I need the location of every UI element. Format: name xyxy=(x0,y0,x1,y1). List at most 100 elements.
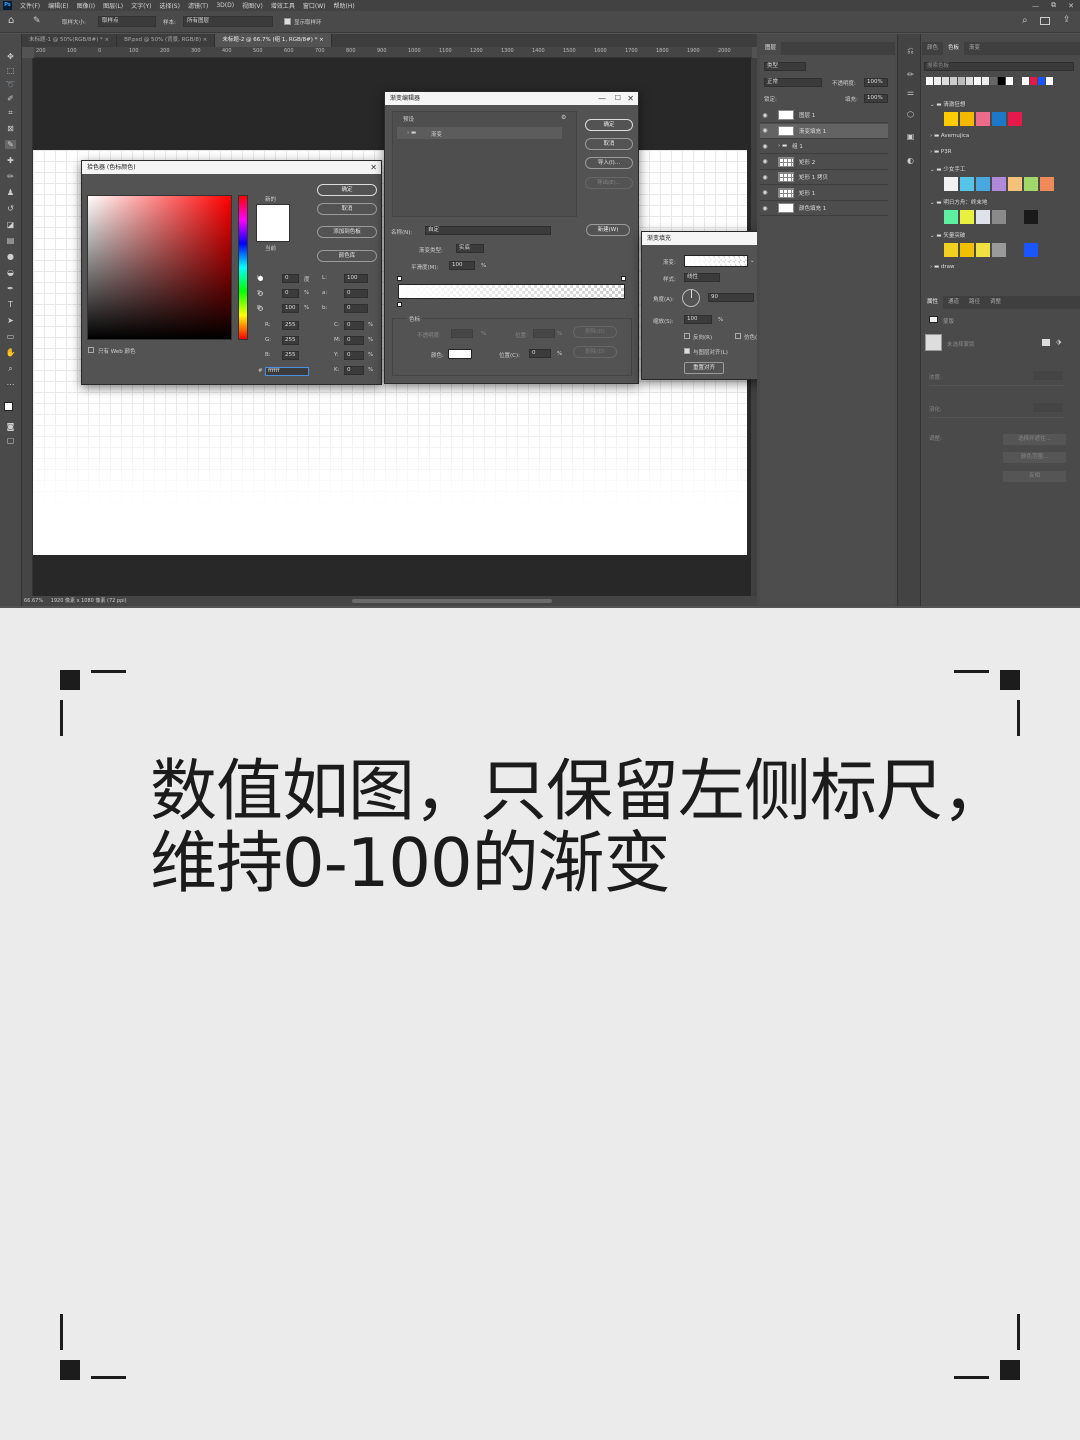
s-radio[interactable] xyxy=(258,291,263,296)
k-field[interactable]: 0 xyxy=(344,366,364,375)
name-field[interactable]: 自定 xyxy=(425,226,551,235)
new-button[interactable]: 新建(W) xyxy=(586,224,630,236)
l-field[interactable]: 100 xyxy=(344,274,368,283)
color-swatch[interactable] xyxy=(960,112,974,126)
blur-tool-icon[interactable]: ● xyxy=(5,252,16,261)
minimize-icon[interactable]: — xyxy=(598,92,606,105)
blend-mode-select[interactable]: 正常 xyxy=(764,78,822,87)
color-swatch[interactable] xyxy=(1040,177,1054,191)
path-select-icon[interactable]: ➤ xyxy=(5,316,16,325)
menu-view[interactable]: 视图(V) xyxy=(238,1,267,10)
m-field[interactable]: 0 xyxy=(344,336,364,345)
stop-color-swatch[interactable] xyxy=(448,349,472,359)
eye-icon[interactable]: ◉ xyxy=(760,112,770,119)
workspace-icon[interactable] xyxy=(1040,17,1050,25)
gear-icon[interactable]: ⚙ xyxy=(561,114,566,121)
color-stop-left[interactable] xyxy=(397,302,402,307)
opacity-field[interactable]: 100% xyxy=(864,78,888,87)
stamp-tool-icon[interactable]: ♟ xyxy=(5,188,16,197)
more-tools-icon[interactable]: ⋯ xyxy=(5,380,16,389)
menu-file[interactable]: 文件(F) xyxy=(16,1,44,10)
menu-edit[interactable]: 编辑(E) xyxy=(44,1,72,10)
frame-tool-icon[interactable]: ⊠ xyxy=(5,124,16,133)
close-icon[interactable]: ✕ xyxy=(1062,2,1080,10)
eye-icon[interactable]: ◉ xyxy=(760,127,770,134)
color-swatch[interactable] xyxy=(944,243,958,257)
color-swatch[interactable] xyxy=(1008,243,1022,257)
h-field[interactable]: 0 xyxy=(282,274,299,283)
brush-tool-icon[interactable]: ✏ xyxy=(5,172,16,181)
horizontal-scrollbar[interactable] xyxy=(352,599,552,603)
color-swatch[interactable] xyxy=(992,243,1006,257)
color-swatch[interactable] xyxy=(992,210,1006,224)
3d-icon[interactable]: ⬡ xyxy=(905,110,916,119)
layer-row[interactable]: ◉ 渐变填充 1 xyxy=(760,123,888,139)
eye-icon[interactable]: ◉ xyxy=(760,143,770,150)
color-swatch[interactable] xyxy=(944,177,958,191)
hand-tool-icon[interactable]: ✋ xyxy=(5,348,16,357)
show-ring-checkbox[interactable] xyxy=(284,18,291,25)
pixel-mask-icon[interactable] xyxy=(1042,339,1050,346)
search-icon[interactable]: ⌕ xyxy=(1022,15,1028,26)
g-field[interactable]: 255 xyxy=(282,336,299,345)
color-swatch[interactable] xyxy=(976,243,990,257)
layer-row[interactable]: ◉ › ▬ 组 1 xyxy=(760,139,888,154)
color-swatch[interactable] xyxy=(976,210,990,224)
invert-button[interactable]: 反相 xyxy=(1003,471,1066,482)
hue-slider[interactable] xyxy=(238,195,248,340)
a-field[interactable]: 0 xyxy=(344,289,368,298)
feather-field[interactable] xyxy=(1033,403,1063,412)
delete-opacity-stop-button[interactable]: 删除(D) xyxy=(573,326,617,338)
s-field[interactable]: 0 xyxy=(282,289,299,298)
opacity-stop-right[interactable] xyxy=(621,276,626,281)
swatch-group-header[interactable]: ⌄ ▬ 清澈狂想 xyxy=(930,100,965,108)
swatch-group-header[interactable]: ⌄ ▬ 少女手工 xyxy=(930,165,965,173)
menu-image[interactable]: 图像(I) xyxy=(73,1,99,10)
color-swatch[interactable] xyxy=(1008,177,1022,191)
doc-tab[interactable]: 未标题-1 @ 50%(RGB/8#) * × xyxy=(22,34,118,47)
import-button[interactable]: 导入(I)... xyxy=(585,157,633,169)
color-swatch[interactable] xyxy=(1024,177,1038,191)
swatch-search-input[interactable]: 搜索色板 xyxy=(924,62,1074,71)
add-to-swatches-button[interactable]: 添加到色板 xyxy=(317,226,377,238)
adjustments-icon[interactable]: ⚌ xyxy=(905,88,916,97)
menu-help[interactable]: 帮助(H) xyxy=(330,1,359,10)
gradient-preview-swatch[interactable] xyxy=(684,255,748,267)
blue-field[interactable]: 255 xyxy=(282,351,299,360)
select-and-mask-button[interactable]: 选择并遮住... xyxy=(1003,434,1066,445)
shape-tool-icon[interactable]: ▭ xyxy=(5,332,16,341)
doc-tab[interactable]: BP.psd @ 50% (背景, RGB/8) × xyxy=(117,34,216,47)
crop-tool-icon[interactable]: ⌗ xyxy=(5,108,16,117)
minimize-icon[interactable]: — xyxy=(1026,2,1045,10)
color-swatch[interactable] xyxy=(992,112,1006,126)
glyphs-icon[interactable]: ◐ xyxy=(905,156,916,165)
tab-gradients[interactable]: 渐变 xyxy=(964,42,985,55)
screen-mode-icon[interactable]: ▢ xyxy=(5,436,16,445)
web-only-checkbox[interactable] xyxy=(88,347,94,353)
cancel-button[interactable]: 取消 xyxy=(317,203,377,215)
b-radio[interactable] xyxy=(258,306,263,311)
eyedropper-icon[interactable]: ✎ xyxy=(5,140,16,149)
color-swatch[interactable] xyxy=(976,177,990,191)
color-libraries-button[interactable]: 颜色库 xyxy=(317,250,377,262)
reset-align-button[interactable]: 重置对齐 xyxy=(684,362,724,374)
swatch-group-header[interactable]: › ▬ P3R xyxy=(930,149,952,155)
delete-color-stop-button[interactable]: 删除(D) xyxy=(573,346,617,358)
eraser-tool-icon[interactable]: ◪ xyxy=(5,220,16,229)
layer-row[interactable]: ◉ 颜色填充 1 xyxy=(760,201,888,216)
zoom-level[interactable]: 66.67% xyxy=(24,598,43,604)
feather-slider[interactable] xyxy=(929,417,1064,418)
color-swatch[interactable] xyxy=(960,243,974,257)
reverse-checkbox[interactable] xyxy=(684,333,690,339)
angle-field[interactable]: 90 xyxy=(708,293,754,302)
menu-3d[interactable]: 3D(D) xyxy=(212,2,238,9)
move-tool-icon[interactable]: ✥ xyxy=(5,52,16,61)
marquee-tool-icon[interactable]: ⬚ xyxy=(5,66,16,75)
folder-icon[interactable]: › ▬ xyxy=(778,143,787,149)
libraries-icon[interactable]: ▣ xyxy=(905,132,916,141)
swatch-group-header[interactable]: › ▬ Avemujica xyxy=(930,133,969,139)
history-icon[interactable]: ⎌ xyxy=(905,46,916,55)
color-swatch[interactable] xyxy=(1024,243,1038,257)
eye-icon[interactable]: ◉ xyxy=(760,205,770,212)
h-radio[interactable] xyxy=(258,276,263,281)
